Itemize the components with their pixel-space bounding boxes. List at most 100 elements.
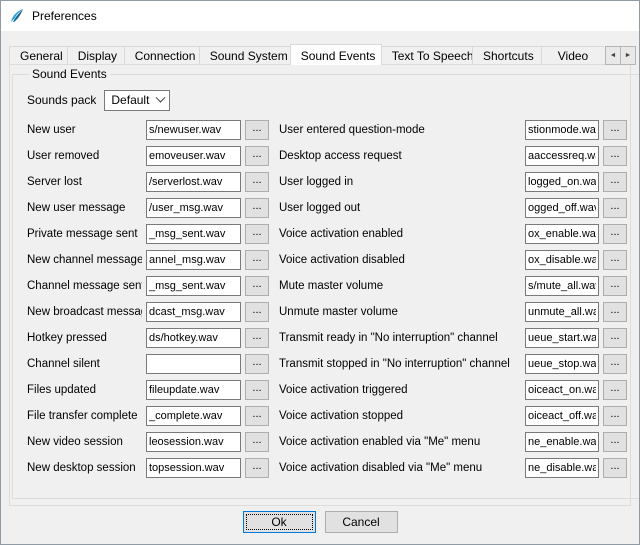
event-label: Files updated (27, 384, 142, 396)
tab-connection[interactable]: Connection (124, 46, 200, 65)
sounds-pack-label: Sounds pack (27, 93, 96, 107)
browse-button[interactable]: ... (245, 172, 269, 192)
event-sound-input[interactable] (146, 276, 241, 296)
event-sound-input[interactable] (525, 146, 599, 166)
browse-button[interactable]: ... (603, 432, 627, 452)
sounds-pack-select[interactable]: Default (104, 90, 170, 111)
event-sound-input[interactable] (525, 198, 599, 218)
event-sound-input[interactable] (525, 354, 599, 374)
event-sound-input[interactable] (525, 302, 599, 322)
browse-button[interactable]: ... (245, 276, 269, 296)
event-sound-input[interactable] (146, 224, 241, 244)
event-row: File transfer complete...Voice activatio… (27, 403, 627, 429)
groupbox-title: Sound Events (29, 67, 110, 81)
tab-sound-system[interactable]: Sound System (199, 46, 291, 65)
browse-button[interactable]: ... (603, 198, 627, 218)
browse-button[interactable]: ... (245, 432, 269, 452)
tab-general[interactable]: General (9, 46, 68, 65)
tab-page-sound-events: Sound Events Sounds pack Default New use… (9, 64, 631, 506)
browse-button[interactable]: ... (245, 198, 269, 218)
sound-events-groupbox: Sound Events Sounds pack Default New use… (12, 67, 640, 499)
browse-button[interactable]: ... (603, 276, 627, 296)
event-label: Voice activation stopped (273, 410, 521, 422)
browse-button[interactable]: ... (603, 328, 627, 348)
browse-button[interactable]: ... (603, 224, 627, 244)
event-label: Transmit stopped in "No interruption" ch… (273, 358, 521, 370)
event-label: Hotkey pressed (27, 332, 142, 344)
dialog-button-row: Ok Cancel (1, 511, 639, 533)
event-label: Transmit ready in "No interruption" chan… (273, 332, 521, 344)
browse-button[interactable]: ... (245, 250, 269, 270)
tab-scroll-left-button[interactable]: ◄ (605, 46, 621, 65)
event-sound-input[interactable] (525, 276, 599, 296)
event-row: New channel message...Voice activation d… (27, 247, 627, 273)
event-sound-input[interactable] (525, 432, 599, 452)
event-sound-input[interactable] (146, 432, 241, 452)
browse-button[interactable]: ... (245, 406, 269, 426)
event-sound-input[interactable] (146, 172, 241, 192)
event-row: Hotkey pressed... Transmit ready in "No i… (27, 325, 627, 351)
event-sound-input[interactable] (525, 120, 599, 140)
event-row: New desktop session...Voice activation d… (27, 455, 627, 481)
event-label: User logged out (273, 202, 521, 214)
tab-list: GeneralDisplayConnectionSound SystemSoun… (9, 44, 604, 65)
event-sound-input[interactable] (146, 380, 241, 400)
browse-button[interactable]: ... (603, 146, 627, 166)
event-sound-input[interactable] (146, 250, 241, 270)
event-sound-input[interactable] (525, 406, 599, 426)
browse-button[interactable]: ... (245, 302, 269, 322)
event-row: Files updated...Voice activation trigger… (27, 377, 627, 403)
browse-button[interactable]: ... (603, 120, 627, 140)
tab-shortcuts[interactable]: Shortcuts (472, 46, 542, 65)
browse-button[interactable]: ... (603, 458, 627, 478)
event-sound-input[interactable] (146, 146, 241, 166)
tab-scroll-right-button[interactable]: ► (620, 46, 636, 65)
tab-display[interactable]: Display (67, 46, 125, 65)
event-label: Server lost (27, 176, 142, 188)
event-row: New video session...Voice activation ena… (27, 429, 627, 455)
event-sound-input[interactable] (525, 172, 599, 192)
tab-strip: GeneralDisplayConnectionSound SystemSoun… (9, 44, 636, 65)
browse-button[interactable]: ... (245, 224, 269, 244)
event-sound-input[interactable] (146, 458, 241, 478)
browse-button[interactable]: ... (245, 380, 269, 400)
event-sound-input[interactable] (146, 406, 241, 426)
browse-button[interactable]: ... (245, 354, 269, 374)
arrow-right-icon: ► (625, 52, 632, 59)
browse-button[interactable]: ... (603, 406, 627, 426)
cancel-button[interactable]: Cancel (325, 511, 398, 533)
tab-sound-events[interactable]: Sound Events (290, 44, 382, 65)
event-sound-input[interactable] (146, 354, 241, 374)
event-sound-input[interactable] (146, 328, 241, 348)
event-sound-input[interactable] (146, 120, 241, 140)
event-sound-input[interactable] (146, 198, 241, 218)
titlebar: Preferences (1, 1, 639, 31)
browse-button[interactable]: ... (603, 380, 627, 400)
sound-events-list: New user...User entered question-mode...… (27, 117, 627, 481)
event-sound-input[interactable] (525, 328, 599, 348)
event-row: Private message sent...Voice activation … (27, 221, 627, 247)
browse-button[interactable]: ... (245, 120, 269, 140)
browse-button[interactable]: ... (603, 302, 627, 322)
event-sound-input[interactable] (525, 224, 599, 244)
event-sound-input[interactable] (146, 302, 241, 322)
browse-button[interactable]: ... (603, 172, 627, 192)
event-row: New broadcast message...Unmute master vo… (27, 299, 627, 325)
browse-button[interactable]: ... (603, 250, 627, 270)
event-label: User removed (27, 150, 142, 162)
event-sound-input[interactable] (525, 380, 599, 400)
tab-text-to-speech[interactable]: Text To Speech (381, 46, 473, 65)
event-label: New desktop session (27, 462, 142, 474)
browse-button[interactable]: ... (245, 146, 269, 166)
browse-button[interactable]: ... (245, 458, 269, 478)
event-sound-input[interactable] (525, 250, 599, 270)
browse-button[interactable]: ... (603, 354, 627, 374)
event-label: New video session (27, 436, 142, 448)
event-label: User logged in (273, 176, 521, 188)
ok-button[interactable]: Ok (243, 511, 316, 533)
tab-video[interactable]: Video (541, 46, 604, 65)
app-icon (9, 8, 25, 24)
event-sound-input[interactable] (525, 458, 599, 478)
browse-button[interactable]: ... (245, 328, 269, 348)
event-label: Channel message sent (27, 280, 142, 292)
